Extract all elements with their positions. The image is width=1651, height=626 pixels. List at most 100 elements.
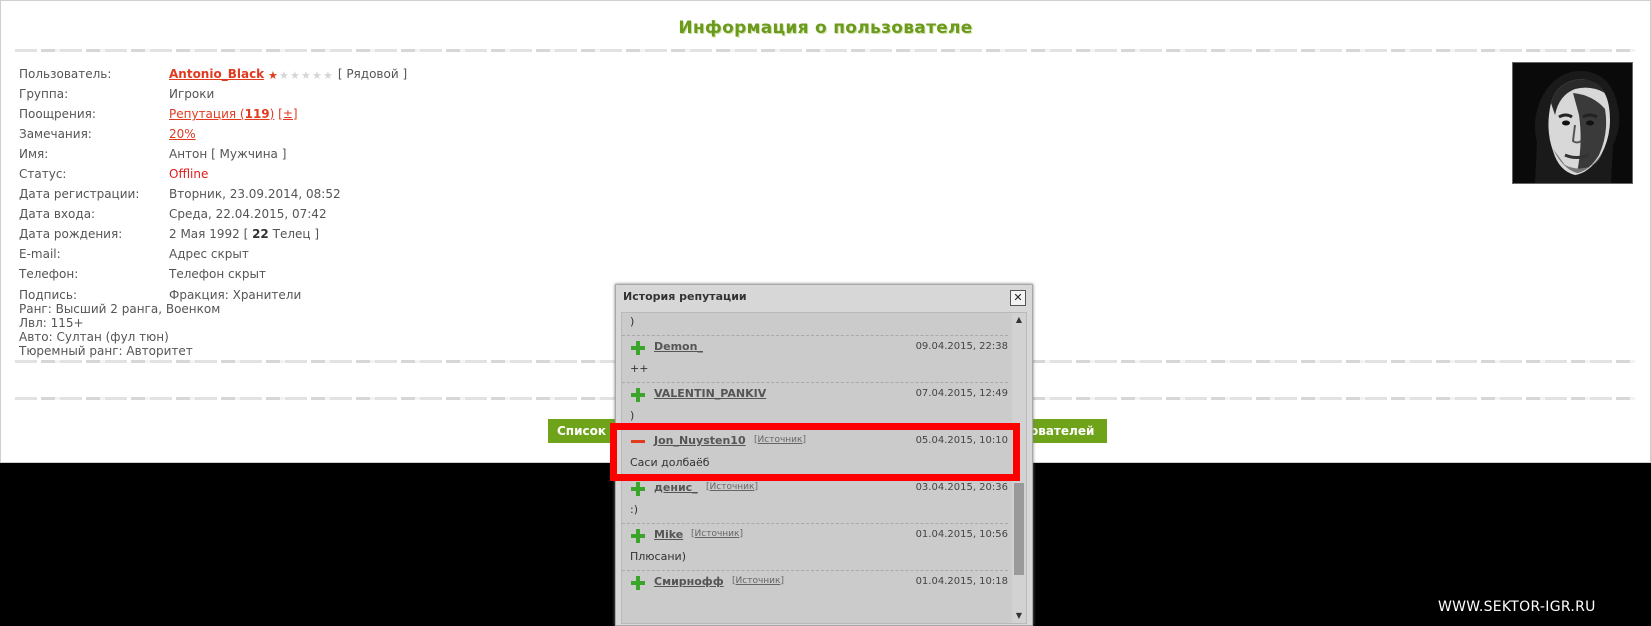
source-link[interactable]: [Источник] bbox=[754, 435, 806, 445]
label-name: Имя: bbox=[19, 147, 49, 161]
source-label: Источник bbox=[757, 435, 803, 445]
entry-timestamp: 05.04.2015, 10:10 bbox=[915, 435, 1008, 446]
star-icon: ★ bbox=[301, 69, 311, 82]
reputation-link-suffix: ) bbox=[269, 107, 275, 121]
scroll-down-icon[interactable]: ▼ bbox=[1012, 609, 1026, 623]
username-link[interactable]: Antonio_Black bbox=[169, 67, 264, 81]
value-user: Antonio_Black ★★★★★★ [ Рядовой ] bbox=[169, 66, 407, 83]
first-name: Антон bbox=[169, 147, 208, 161]
signature-line: Авто: Султан (фул тюн) bbox=[19, 330, 169, 344]
scrollbar[interactable]: ▲ ▼ bbox=[1012, 313, 1026, 623]
popup-title: История репутации bbox=[623, 290, 747, 303]
entry-comment: Саси долбаёб bbox=[630, 456, 710, 469]
entry-separator bbox=[622, 570, 1008, 571]
entry-username[interactable]: Смирнофф bbox=[654, 575, 724, 588]
entry-timestamp: 01.04.2015, 10:18 bbox=[915, 576, 1008, 587]
value-registered: Вторник, 23.09.2014, 08:52 bbox=[169, 187, 341, 201]
status-offline: Offline bbox=[169, 167, 209, 181]
warnings-link[interactable]: 20% bbox=[169, 126, 196, 142]
plus-icon bbox=[631, 482, 645, 496]
label-signature: Подпись: bbox=[19, 288, 78, 302]
entry-separator bbox=[622, 382, 1008, 383]
list-item: VALENTIN_PANKIV 07.04.2015, 12:49) bbox=[622, 382, 1008, 429]
site-watermark: WWW.SEKTOR-IGR.RU bbox=[1438, 599, 1596, 615]
value-last-login: Среда, 22.04.2015, 07:42 bbox=[169, 207, 327, 221]
users-list-button-right[interactable]: ователей bbox=[1024, 419, 1107, 443]
close-icon[interactable]: ✕ bbox=[1010, 290, 1026, 306]
plus-icon bbox=[631, 576, 645, 590]
label-registered: Дата регистрации: bbox=[19, 187, 140, 201]
value-signature: Фракция: Хранители bbox=[169, 288, 302, 302]
entry-comment: :) bbox=[630, 503, 638, 516]
scroll-up-icon[interactable]: ▲ bbox=[1012, 313, 1026, 327]
entry-comment: Плюсани) bbox=[630, 550, 686, 563]
zodiac-text: Телец ] bbox=[272, 227, 320, 241]
age-open-bracket: [ bbox=[243, 227, 249, 241]
plus-icon bbox=[631, 529, 645, 543]
value-group: Игроки bbox=[169, 87, 215, 101]
age-value: 22 bbox=[252, 227, 269, 241]
star-icon: ★ bbox=[279, 69, 289, 82]
source-link[interactable]: [Источник] bbox=[706, 482, 758, 492]
star-icon: ★ bbox=[312, 69, 322, 82]
rating-stars: ★★★★★★ bbox=[268, 67, 334, 83]
source-label: Источник bbox=[709, 482, 755, 492]
entry-username[interactable]: Demon_ bbox=[654, 340, 703, 353]
page-title: Информация о пользователе bbox=[678, 18, 973, 38]
star-icon: ★ bbox=[290, 69, 300, 82]
label-last-login: Дата входа: bbox=[19, 207, 96, 221]
label-email: E-mail: bbox=[19, 247, 61, 261]
users-list-button-left[interactable]: Список п bbox=[548, 419, 623, 443]
entry-timestamp: 07.04.2015, 12:49 bbox=[915, 388, 1008, 399]
entry-username[interactable]: Mike bbox=[654, 528, 683, 541]
entry-comment: ++ bbox=[630, 362, 649, 375]
reputation-history-popup: История репутации ✕ ) Demon_ 09.04.2015, … bbox=[615, 284, 1033, 626]
source-label: Источник bbox=[694, 529, 740, 539]
list-item: Смирнофф [Источник] 01.04.2015, 10:18 bbox=[622, 570, 1008, 617]
entry-separator bbox=[622, 523, 1008, 524]
list-item: денис_ [Источник] 03.04.2015, 20:36:) bbox=[622, 476, 1008, 523]
entry-username[interactable]: Jon_Nuysten10 bbox=[654, 434, 746, 447]
entry-separator bbox=[622, 335, 1008, 336]
birthday-date: 2 Мая 1992 bbox=[169, 227, 240, 241]
source-label: Источник bbox=[735, 576, 781, 586]
minus-icon bbox=[631, 435, 645, 449]
label-birthday: Дата рождения: bbox=[19, 227, 123, 241]
list-item: Mike [Источник] 01.04.2015, 10:56 Плюсани) bbox=[622, 523, 1008, 570]
star-icon: ★ bbox=[323, 69, 333, 82]
entry-comment: ) bbox=[630, 315, 635, 328]
reputation-count: 119 bbox=[244, 107, 270, 121]
entry-comment: ) bbox=[630, 409, 635, 422]
label-rewards: Поощрения: bbox=[19, 107, 96, 121]
label-status: Статус: bbox=[19, 167, 67, 181]
value-phone: Телефон скрыт bbox=[169, 267, 266, 281]
plus-icon bbox=[631, 388, 645, 402]
source-link[interactable]: [Источник] bbox=[691, 529, 743, 539]
label-phone: Телефон: bbox=[19, 267, 79, 281]
list-item: Jon_Nuysten10 [Источник] 05.04.2015, 10:10… bbox=[622, 429, 1008, 476]
value-birthday: 2 Мая 1992 [ 22 Телец ] bbox=[169, 226, 319, 242]
reputation-link[interactable]: Репутация (119) bbox=[169, 107, 274, 121]
label-warnings: Замечания: bbox=[19, 127, 92, 141]
list-item: Demon_ 09.04.2015, 22:38 ++ bbox=[622, 335, 1008, 382]
user-avatar-photo bbox=[1513, 63, 1632, 183]
reputation-vote-link[interactable]: [±] bbox=[278, 107, 297, 121]
value-rewards: Репутация (119) [±] bbox=[169, 106, 298, 122]
signature-text: Ранг: Высший 2 ранга, Военком Лвл: 115+ … bbox=[19, 302, 220, 358]
scroll-thumb[interactable] bbox=[1014, 483, 1024, 575]
entry-timestamp: 09.04.2015, 22:38 bbox=[915, 341, 1008, 352]
entry-separator bbox=[622, 429, 1008, 430]
label-user: Пользователь: bbox=[19, 67, 112, 81]
label-group: Группа: bbox=[19, 87, 69, 101]
entry-username[interactable]: денис_ bbox=[654, 481, 698, 494]
list-item: ) bbox=[622, 313, 1008, 335]
entry-separator bbox=[622, 476, 1008, 477]
value-email: Адрес скрыт bbox=[169, 247, 249, 261]
gender-text: [ Мужчина ] bbox=[211, 147, 287, 161]
entry-username[interactable]: VALENTIN_PANKIV bbox=[654, 387, 766, 400]
plus-icon bbox=[631, 341, 645, 355]
star-icon: ★ bbox=[268, 69, 278, 82]
source-link[interactable]: [Источник] bbox=[732, 576, 784, 586]
signature-line: Лвл: 115+ bbox=[19, 316, 84, 330]
reputation-list[interactable]: ) Demon_ 09.04.2015, 22:38 ++ VALENTIN_PANK… bbox=[621, 312, 1027, 624]
